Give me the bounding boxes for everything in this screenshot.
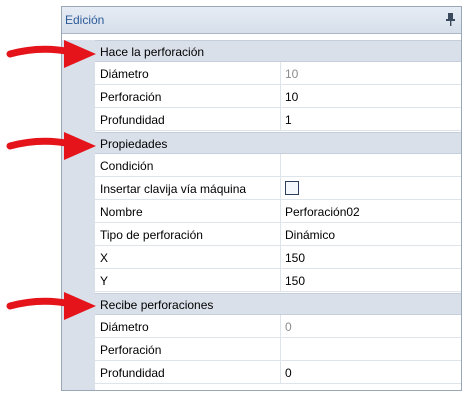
red-arrow-icon [6,132,96,160]
property-row-diametro[interactable]: Diámetro 0 [95,315,461,338]
property-name: Diámetro [100,67,149,81]
property-name: Y [100,274,109,288]
panel-titlebar: Edición [62,7,461,34]
property-row-x[interactable]: X 150 [95,246,461,269]
property-name: Insertar clavija vía máquina [100,182,247,196]
property-row-profundidad[interactable]: Profundidad 0 [95,361,461,384]
property-name: Profundidad [100,366,165,380]
pin-icon[interactable] [443,11,457,27]
property-value[interactable]: 10 [285,90,298,104]
category-recibe-perforaciones[interactable]: Recibe perforaciones [95,293,461,315]
property-value[interactable]: Dinámico [285,228,335,242]
property-row-condicion[interactable]: Condición [95,154,461,177]
property-row-nombre[interactable]: Nombre Perforación02 [95,200,461,223]
property-row-y[interactable]: Y 150 [95,269,461,292]
insertar-clavija-checkbox[interactable] [285,181,299,195]
category-propiedades[interactable]: Propiedades [95,132,461,154]
property-row-tipo-de-perforacion[interactable]: Tipo de perforación Dinámico [95,223,461,246]
property-name: Condición [100,159,154,173]
property-name: Diámetro [100,320,149,334]
property-row-profundidad[interactable]: Profundidad 1 [95,108,461,131]
property-name: X [100,251,109,265]
property-value: 10 [285,67,299,81]
category-label: Propiedades [100,137,168,151]
panel-title: Edición [65,13,105,27]
property-row-insertar-clavija[interactable]: Insertar clavija vía máquina [95,177,461,200]
category-label: Recibe perforaciones [100,298,214,312]
property-value[interactable]: Perforación02 [285,205,360,219]
red-arrow-icon [6,292,96,320]
property-name: Perforación [100,90,162,104]
property-value[interactable]: 0 [285,366,292,380]
grid-margin [62,40,95,390]
property-value[interactable]: 150 [285,251,305,265]
edicion-panel: Edición Hace la perforación Diámetro 10 … [61,6,462,391]
property-name: Tipo de perforación [100,228,203,242]
property-name: Profundidad [100,113,165,127]
property-value: 0 [285,320,292,334]
property-row-perforacion[interactable]: Perforación [95,338,461,361]
property-name: Nombre [100,205,143,219]
property-row-perforacion[interactable]: Perforación 10 [95,85,461,108]
property-row-diametro[interactable]: Diámetro 10 [95,62,461,85]
property-value[interactable]: 1 [285,113,292,127]
category-label: Hace la perforación [100,45,205,59]
category-hace-la-perforacion[interactable]: Hace la perforación [95,40,461,62]
property-value[interactable]: 150 [285,274,305,288]
red-arrow-icon [6,40,96,68]
property-name: Perforación [100,343,162,357]
